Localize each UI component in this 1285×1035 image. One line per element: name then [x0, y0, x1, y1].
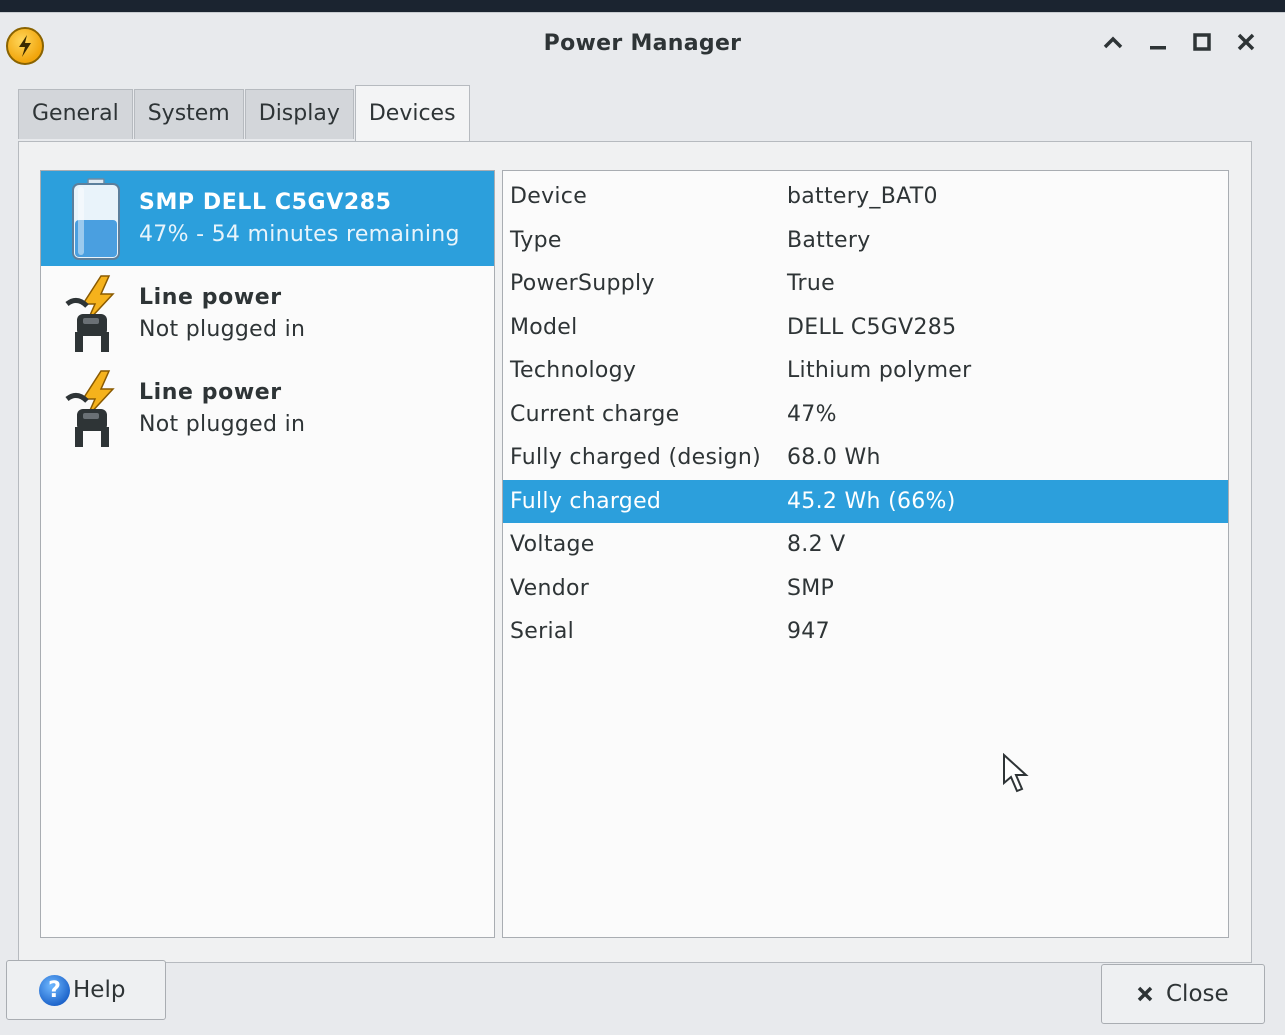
- property-row[interactable]: Vendor SMP: [503, 567, 1228, 611]
- property-row[interactable]: Model DELL C5GV285: [503, 306, 1228, 350]
- property-key: Current charge: [510, 401, 680, 427]
- tab-devices[interactable]: Devices: [354, 85, 470, 141]
- property-row[interactable]: Current charge 47%: [503, 393, 1228, 437]
- property-value: 8.2 V: [787, 532, 846, 558]
- property-value: 45.2 Wh (66%): [787, 488, 956, 514]
- maximize-icon[interactable]: [1187, 27, 1217, 57]
- device-item-battery[interactable]: SMP DELL C5GV285 47% - 54 minutes remain…: [41, 171, 494, 266]
- help-button-label: Help: [73, 977, 126, 1003]
- tab-bar: General System Display Devices: [18, 85, 471, 141]
- property-value: True: [787, 271, 835, 297]
- device-item-line-power[interactable]: Line power Not plugged in: [41, 266, 494, 361]
- device-name: Line power: [139, 379, 282, 405]
- property-key: PowerSupply: [510, 271, 655, 297]
- device-status: Not plugged in: [139, 316, 306, 342]
- property-row[interactable]: PowerSupply True: [503, 262, 1228, 306]
- property-key: Fully charged: [510, 488, 662, 514]
- device-item-line-power[interactable]: Line power Not plugged in: [41, 361, 494, 456]
- tab-system[interactable]: System: [133, 89, 244, 139]
- device-status: Not plugged in: [139, 411, 306, 437]
- property-key: Model: [510, 314, 578, 340]
- property-row-selected[interactable]: Fully charged 45.2 Wh (66%): [503, 479, 1228, 523]
- close-button-label: Close: [1166, 981, 1229, 1007]
- property-value: 47%: [787, 401, 837, 427]
- property-value: SMP: [787, 575, 835, 601]
- property-row[interactable]: Serial 947: [503, 610, 1228, 654]
- property-row[interactable]: Technology Lithium polymer: [503, 349, 1228, 393]
- property-row[interactable]: Fully charged (design) 68.0 Wh: [503, 436, 1228, 480]
- minimize-icon[interactable]: [1143, 27, 1173, 57]
- property-value: Battery: [787, 227, 871, 253]
- window-title: Power Manager: [543, 31, 742, 56]
- device-list[interactable]: SMP DELL C5GV285 47% - 54 minutes remain…: [40, 170, 495, 938]
- device-name: Line power: [139, 284, 282, 310]
- property-key: Voltage: [510, 532, 595, 558]
- close-x-icon: [1137, 986, 1153, 1002]
- property-row[interactable]: Voltage 8.2 V: [503, 523, 1228, 567]
- device-name: SMP DELL C5GV285: [139, 189, 392, 215]
- property-value: Lithium polymer: [787, 358, 972, 384]
- help-button[interactable]: ? Help: [6, 960, 166, 1020]
- device-properties-table[interactable]: Device battery_BAT0 Type Battery PowerSu…: [502, 170, 1229, 938]
- device-status: 47% - 54 minutes remaining: [139, 221, 460, 247]
- property-key: Type: [510, 227, 562, 253]
- battery-icon: [57, 171, 135, 266]
- chevron-up-icon[interactable]: [1098, 27, 1128, 57]
- property-key: Serial: [510, 619, 575, 645]
- property-row[interactable]: Type Battery: [503, 219, 1228, 263]
- property-value: DELL C5GV285: [787, 314, 957, 340]
- tab-general[interactable]: General: [18, 89, 133, 139]
- property-key: Device: [510, 184, 588, 210]
- property-row[interactable]: Device battery_BAT0: [503, 175, 1228, 219]
- mouse-pointer-icon: [1003, 753, 1029, 793]
- property-value: 68.0 Wh: [787, 445, 881, 471]
- property-value: 947: [787, 619, 830, 645]
- help-icon: ?: [39, 975, 70, 1006]
- title-bar[interactable]: Power Manager: [0, 13, 1285, 75]
- ac-plug-icon: [57, 361, 135, 456]
- tab-display[interactable]: Display: [244, 89, 354, 139]
- close-icon[interactable]: [1231, 27, 1261, 57]
- property-key: Vendor: [510, 575, 590, 601]
- close-button[interactable]: Close: [1101, 964, 1265, 1024]
- devices-panel: SMP DELL C5GV285 47% - 54 minutes remain…: [18, 141, 1252, 963]
- power-manager-window: Power Manager General System Display Dev…: [0, 12, 1285, 1035]
- property-key: Technology: [510, 358, 637, 384]
- property-value: battery_BAT0: [787, 184, 938, 210]
- ac-plug-icon: [57, 266, 135, 361]
- property-key: Fully charged (design): [510, 445, 762, 471]
